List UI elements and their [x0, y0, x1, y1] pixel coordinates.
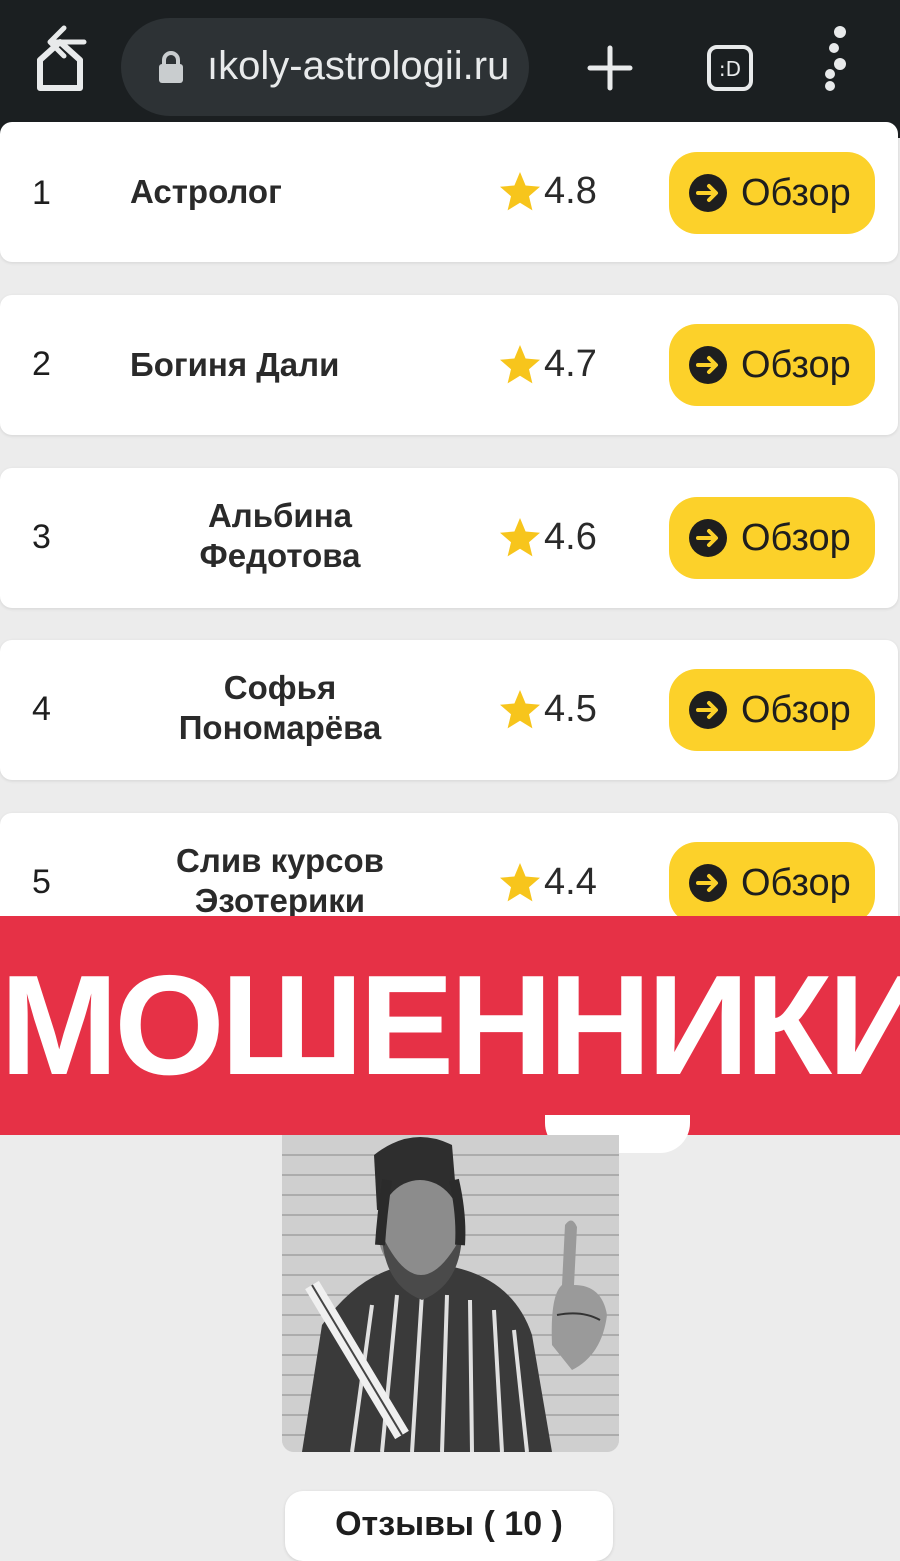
arrow-right-icon: [689, 691, 727, 729]
arrow-right-icon: [689, 174, 727, 212]
review-button-label: Обзор: [741, 862, 851, 904]
rank-number: 4: [32, 690, 51, 728]
astrologer-portrait: [282, 1135, 619, 1452]
tabs-icon[interactable]: :D: [706, 44, 754, 92]
address-bar[interactable]: ıkoly-astrologii.ru: [121, 18, 529, 116]
star-icon: [500, 863, 540, 902]
rank-number: 1: [32, 174, 51, 212]
school-name: Слив курсов Эзотерики: [176, 842, 384, 919]
scam-warning-banner: МОШЕННИКИ: [0, 916, 900, 1135]
review-button[interactable]: Обзор: [669, 669, 875, 751]
tabs-label: :D: [719, 57, 741, 81]
star-icon: [500, 345, 540, 384]
scam-warning-text: МОШЕННИКИ: [0, 946, 900, 1105]
star-icon: [500, 518, 540, 557]
rating-row: 2 Богиня Дали 4.7 Обзор: [0, 295, 898, 435]
rank-number: 3: [32, 518, 51, 556]
rating-score: 4.7: [544, 343, 597, 385]
rating-row: 3 Альбина Федотова 4.6 Обзор: [0, 468, 898, 608]
url-text[interactable]: ıkoly-astrologii.ru: [207, 44, 509, 89]
plus-icon[interactable]: [586, 44, 634, 92]
star-icon: [500, 172, 540, 211]
review-button-label: Обзор: [741, 344, 851, 386]
rating-score: 4.8: [544, 170, 597, 212]
review-button-label: Обзор: [741, 172, 851, 214]
reviews-button[interactable]: Отзывы ( 10 ): [285, 1491, 613, 1561]
review-button-label: Обзор: [741, 689, 851, 731]
school-name: Софья Пономарёва: [178, 669, 382, 746]
school-name: Богиня Дали: [130, 346, 340, 383]
review-button[interactable]: Обзор: [669, 152, 875, 234]
school-name: Астролог: [130, 173, 282, 210]
review-button-label: Обзор: [741, 517, 851, 559]
menu-dots-icon[interactable]: [818, 24, 850, 94]
review-button[interactable]: Обзор: [669, 842, 875, 924]
arrow-right-icon: [689, 519, 727, 557]
lock-icon: [157, 50, 185, 84]
arrow-right-icon: [689, 346, 727, 384]
rating-score: 4.6: [544, 516, 597, 558]
star-icon: [500, 690, 540, 729]
school-name: Альбина Федотова: [199, 497, 361, 574]
rank-number: 2: [32, 345, 51, 383]
arrow-right-icon: [689, 864, 727, 902]
review-button[interactable]: Обзор: [669, 497, 875, 579]
browser-toolbar: ıkoly-astrologii.ru :D: [0, 0, 900, 138]
back-home-icon[interactable]: [30, 22, 94, 94]
rating-row: 1 Астролог 4.8 Обзор: [0, 122, 898, 262]
reviews-button-label: Отзывы ( 10 ): [335, 1505, 563, 1543]
rank-number: 5: [32, 863, 51, 901]
review-button[interactable]: Обзор: [669, 324, 875, 406]
rating-row: 4 Софья Пономарёва 4.5 Обзор: [0, 640, 898, 780]
rating-score: 4.5: [544, 688, 597, 730]
rating-score: 4.4: [544, 861, 597, 903]
